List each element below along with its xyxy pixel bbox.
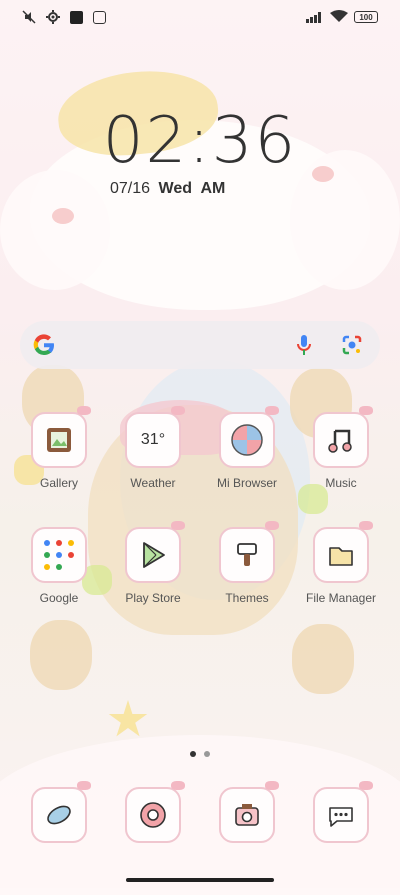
square-notification-icon xyxy=(70,10,83,24)
app-label: Play Store xyxy=(125,591,181,605)
wallpaper-paw-left xyxy=(52,208,74,224)
signal-icon xyxy=(306,11,321,23)
dock-messages[interactable] xyxy=(301,781,381,843)
battery-icon: 100 xyxy=(354,10,378,23)
dock-camera[interactable] xyxy=(207,781,287,843)
folder-icon[interactable] xyxy=(313,521,373,583)
app-mi-browser[interactable]: Mi Browser xyxy=(207,406,287,490)
gallery-icon[interactable] xyxy=(31,406,91,468)
wallpaper-ear-left xyxy=(0,170,110,290)
bow-decoration xyxy=(77,781,91,790)
app-weather[interactable]: 31° Weather xyxy=(113,406,193,490)
mute-icon xyxy=(22,10,36,24)
bow-decoration xyxy=(265,521,279,530)
dock-phone[interactable] xyxy=(19,781,99,843)
bow-decoration xyxy=(171,521,185,530)
page-dot[interactable] xyxy=(204,751,210,757)
app-label: Themes xyxy=(225,591,269,605)
bow-decoration xyxy=(265,406,279,415)
app-label: Gallery xyxy=(39,476,78,490)
google-lens-icon[interactable] xyxy=(340,333,364,357)
app-label: File Manager xyxy=(305,591,377,605)
google-logo-icon xyxy=(33,334,54,356)
play-store-icon[interactable] xyxy=(125,521,185,583)
bow-decoration xyxy=(77,406,91,415)
themes-icon[interactable] xyxy=(219,521,279,583)
battery-level: 100 xyxy=(359,12,373,22)
home-gesture-bar[interactable] xyxy=(126,878,274,882)
bow-decoration xyxy=(265,781,279,790)
microphone-icon[interactable] xyxy=(294,333,314,357)
wifi-icon xyxy=(330,10,348,22)
wallpaper-puppy-bottom-left xyxy=(30,620,92,690)
page-dot[interactable] xyxy=(190,751,196,757)
mi-icon xyxy=(93,10,106,24)
app-label: Mi Browser xyxy=(216,476,277,490)
bow-decoration xyxy=(359,521,373,530)
chrome-icon[interactable] xyxy=(125,781,185,843)
bow-decoration xyxy=(171,406,185,415)
camera-icon[interactable] xyxy=(219,781,279,843)
clock-date[interactable]: 07/16 Wed AM xyxy=(110,180,229,198)
dock-chrome[interactable] xyxy=(113,781,193,843)
app-google-folder[interactable]: Google xyxy=(19,527,99,605)
bow-decoration xyxy=(171,781,185,790)
phone-icon[interactable] xyxy=(31,781,91,843)
google-folder-icon[interactable] xyxy=(31,527,87,583)
bow-decoration xyxy=(359,406,373,415)
music-icon[interactable] xyxy=(313,406,373,468)
ampm-text: AM xyxy=(200,180,226,197)
google-search-bar[interactable] xyxy=(20,321,380,369)
status-bar: 100 xyxy=(0,8,400,30)
weather-temp: 31° xyxy=(140,431,166,448)
date-text: 07/16 xyxy=(110,180,151,197)
app-gallery[interactable]: Gallery xyxy=(19,406,99,490)
bow-decoration xyxy=(359,781,373,790)
app-label: Weather xyxy=(130,476,176,490)
app-music[interactable]: Music xyxy=(301,406,381,490)
messages-icon[interactable] xyxy=(313,781,373,843)
browser-icon[interactable] xyxy=(219,406,279,468)
clock-time[interactable]: 02:36 xyxy=(0,104,400,178)
app-file-manager[interactable]: File Manager xyxy=(301,521,381,605)
settings-icon xyxy=(46,10,60,24)
app-play-store[interactable]: Play Store xyxy=(113,521,193,605)
page-indicator[interactable] xyxy=(0,751,400,757)
weekday-text: Wed xyxy=(158,180,192,197)
app-themes[interactable]: Themes xyxy=(207,521,287,605)
wallpaper-puppy-bottom-right xyxy=(292,624,354,694)
app-label: Music xyxy=(325,476,357,490)
app-label: Google xyxy=(39,591,79,605)
wallpaper-star xyxy=(108,700,148,737)
weather-icon[interactable]: 31° xyxy=(125,406,185,468)
